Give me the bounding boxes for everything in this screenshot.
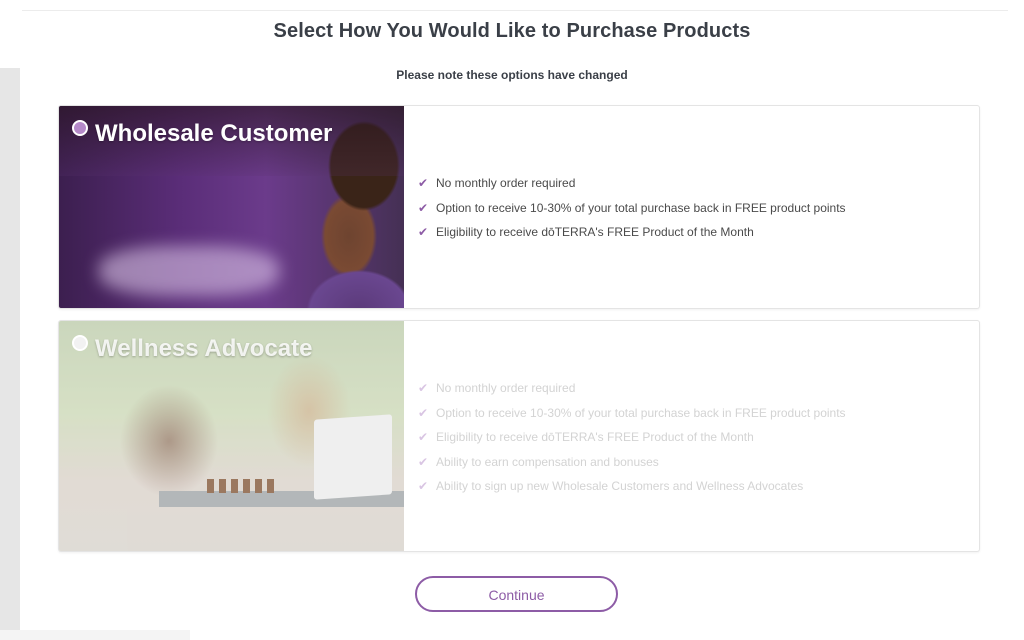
benefit-item: ✔ No monthly order required (414, 176, 846, 201)
option-card-wholesale-customer[interactable]: Wholesale Customer ✔ No monthly order re… (58, 105, 980, 309)
benefit-item: ✔ Eligibility to receive dōTERRA's FREE … (414, 225, 846, 250)
check-icon: ✔ (418, 405, 429, 420)
benefit-text: No monthly order required (436, 381, 576, 395)
radio-icon-wellness[interactable] (72, 335, 88, 351)
check-icon: ✔ (418, 479, 429, 493)
benefit-item: ✔ Ability to sign up new Wholesale Custo… (414, 479, 846, 504)
check-icon: ✔ (418, 225, 429, 239)
benefit-text: Ability to sign up new Wholesale Custome… (436, 479, 804, 493)
benefit-item: ✔ Option to receive 10-30% of your total… (414, 201, 846, 226)
check-icon: ✔ (418, 454, 429, 469)
benefit-item: ✔ No monthly order required (414, 381, 846, 406)
check-icon: ✔ (418, 430, 429, 444)
benefit-item: ✔ Eligibility to receive dōTERRA's FREE … (414, 430, 846, 455)
check-icon: ✔ (418, 176, 429, 190)
benefit-text: Ability to earn compensation and bonuses (436, 454, 659, 469)
benefit-item: ✔ Option to receive 10-30% of your total… (414, 406, 846, 431)
option-title-wholesale: Wholesale Customer (95, 120, 333, 147)
option-card-wellness-advocate[interactable]: Wellness Advocate ✔ No monthly order req… (58, 320, 980, 552)
benefit-item: ✔ Ability to earn compensation and bonus… (414, 455, 846, 480)
top-divider (22, 10, 1008, 11)
benefit-text: Option to receive 10-30% of your total p… (436, 200, 846, 215)
benefits-list-wellness: ✔ No monthly order required ✔ Option to … (414, 381, 846, 504)
continue-button[interactable]: Continue (415, 576, 618, 612)
check-icon: ✔ (418, 381, 429, 395)
bottom-strip (0, 630, 190, 640)
check-icon: ✔ (418, 200, 429, 215)
page-subtitle: Please note these options have changed (396, 68, 628, 82)
radio-icon-wholesale[interactable] (72, 120, 88, 136)
page-title: Select How You Would Like to Purchase Pr… (273, 20, 751, 42)
benefit-text: Eligibility to receive dōTERRA's FREE Pr… (436, 430, 754, 444)
benefit-text: Option to receive 10-30% of your total p… (436, 405, 846, 420)
benefit-text: No monthly order required (436, 176, 576, 190)
option-title-wellness: Wellness Advocate (95, 335, 313, 362)
benefits-list-wholesale: ✔ No monthly order required ✔ Option to … (414, 176, 846, 250)
continue-button-label: Continue (488, 587, 545, 603)
benefit-text: Eligibility to receive dōTERRA's FREE Pr… (436, 225, 754, 239)
left-rail (0, 68, 20, 640)
